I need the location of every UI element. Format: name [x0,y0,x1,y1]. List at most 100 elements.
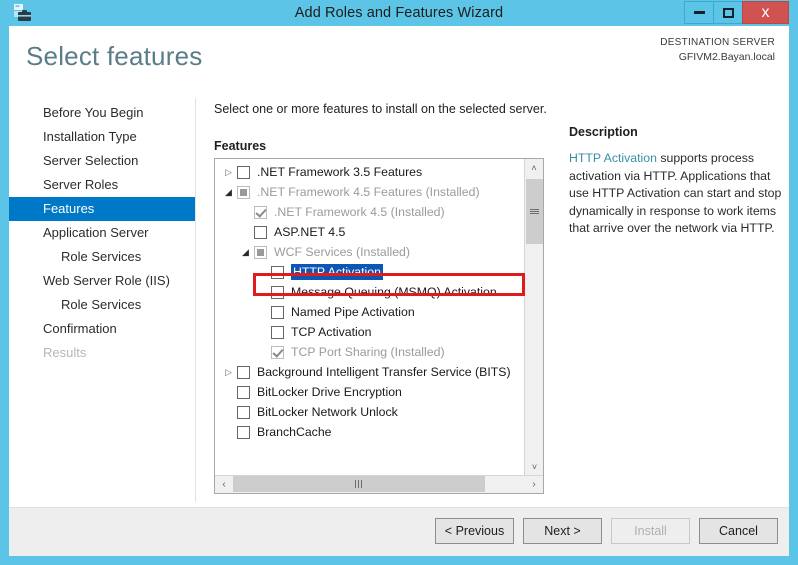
page-header: Select features DESTINATION SERVER GFIVM… [9,26,789,98]
scroll-left-button[interactable]: ‹ [215,476,233,493]
scroll-down-button[interactable]: ˅ [525,458,543,476]
description-title: Description [569,125,638,139]
minimize-button[interactable] [684,1,714,24]
tree-item[interactable]: .NET Framework 4.5 (Installed) [215,202,524,222]
checkbox-empty[interactable] [271,325,284,339]
description-body: HTTP Activation supports process activat… [569,150,784,238]
tree-item-label: ASP.NET 4.5 [274,225,346,239]
sidebar-item-role-services[interactable]: Role Services [9,245,195,269]
destination-server: DESTINATION SERVER GFIVM2.Bayan.local [660,36,775,64]
sidebar-item-features[interactable]: Features [9,197,195,221]
tree-item-label: Named Pipe Activation [291,305,415,319]
cancel-button[interactable]: Cancel [699,518,778,544]
server-wizard-icon [12,3,34,23]
tree-item[interactable]: BitLocker Network Unlock [215,402,524,422]
horizontal-scroll-track[interactable] [233,476,525,493]
maximize-button[interactable] [713,1,743,24]
install-button: Install [611,518,690,544]
checkbox-empty[interactable] [237,165,250,179]
features-tree-viewport[interactable]: ▷ .NET Framework 3.5 Features ◢ .NET Framew… [215,159,524,476]
features-label: Features [214,139,267,153]
checkbox-empty[interactable] [271,265,284,279]
checkbox-checked [254,205,267,219]
sidebar-item-before-you-begin[interactable]: Before You Begin [9,101,195,125]
tree-item[interactable]: ▷ .NET Framework 3.5 Features [215,162,524,182]
next-button[interactable]: Next > [523,518,602,544]
tree-item-label: .NET Framework 4.5 (Installed) [274,205,445,219]
description-panel: Description HTTP Activation supports pro… [569,98,784,238]
tree-item-label: BranchCache [257,425,332,439]
tree-item-label: WCF Services (Installed) [274,245,410,259]
checkbox-empty[interactable] [237,365,250,379]
tree-item[interactable]: BranchCache [215,422,524,442]
expander-expand-icon[interactable]: ▷ [220,167,237,177]
maximize-icon [722,7,734,18]
vertical-scroll-thumb[interactable] [526,179,543,244]
horizontal-scroll-thumb[interactable] [233,476,485,492]
minimize-icon [693,11,705,14]
destination-server-value: GFIVM2.Bayan.local [678,51,775,63]
tree-item[interactable]: Named Pipe Activation [215,302,524,322]
tree-item-label: BitLocker Drive Encryption [257,385,402,399]
sidebar-item-role-services[interactable]: Role Services [9,293,195,317]
tree-item[interactable]: TCP Activation [215,322,524,342]
expander-collapse-icon[interactable]: ◢ [237,247,254,257]
expander-expand-icon[interactable]: ▷ [220,367,237,377]
tree-item-label: TCP Activation [291,325,372,339]
title-bar: Add Roles and Features Wizard x [9,0,789,26]
tree-item[interactable]: BitLocker Drive Encryption [215,382,524,402]
previous-button[interactable]: < Previous [435,518,514,544]
description-term: HTTP Activation [569,151,657,165]
checkbox-empty[interactable] [271,285,284,299]
sidebar-item-installation-type[interactable]: Installation Type [9,125,195,149]
tree-horizontal-scrollbar[interactable]: ‹ › [215,475,543,493]
window-title: Add Roles and Features Wizard [294,5,504,21]
tree-item[interactable]: Message Queuing (MSMQ) Activation [215,282,524,302]
tree-item[interactable]: ASP.NET 4.5 [215,222,524,242]
scroll-right-button[interactable]: › [525,476,543,493]
instruction-text: Select one or more features to install o… [214,102,547,116]
checkbox-partial [237,185,250,199]
scroll-up-button[interactable]: ˄ [525,159,543,177]
page-title: Select features [26,41,203,71]
nav-divider [195,98,196,502]
tree-item[interactable]: ▷ Background Intelligent Transfer Service… [215,362,524,382]
destination-server-label: DESTINATION SERVER [660,37,775,48]
checkbox-checked [271,345,284,359]
tree-item[interactable]: ◢ .NET Framework 4.5 Features (Installed) [215,182,524,202]
tree-item-label: BitLocker Network Unlock [257,405,398,419]
tree-item-label: .NET Framework 4.5 Features (Installed) [257,185,480,199]
sidebar-item-confirmation[interactable]: Confirmation [9,317,195,341]
tree-item[interactable]: HTTP Activation [215,262,524,282]
tree-item-label: .NET Framework 3.5 Features [257,165,423,179]
features-panel: Select one or more features to install o… [214,98,554,494]
wizard-window: Add Roles and Features Wizard x Select f… [0,0,798,565]
sidebar-item-server-roles[interactable]: Server Roles [9,173,195,197]
close-button[interactable]: x [742,1,789,24]
footer-buttons: < Previous Next > Install Cancel [435,518,778,544]
wizard-navigation: Before You Begin Installation Type Server … [9,101,195,365]
checkbox-empty[interactable] [271,305,284,319]
tree-item-label: Message Queuing (MSMQ) Activation [291,285,497,299]
sidebar-item-server-selection[interactable]: Server Selection [9,149,195,173]
checkbox-partial [254,245,267,259]
checkbox-empty[interactable] [237,425,250,439]
tree-item[interactable]: ◢ WCF Services (Installed) [215,242,524,262]
window-controls: x [684,1,789,25]
checkbox-empty[interactable] [254,225,267,239]
features-tree-box: ▷ .NET Framework 3.5 Features ◢ .NET Framew… [214,158,544,494]
sidebar-item-results: Results [43,345,87,360]
expander-collapse-icon[interactable]: ◢ [220,187,237,197]
checkbox-empty[interactable] [237,405,250,419]
sidebar-item-application-server[interactable]: Application Server [9,221,195,245]
sidebar-item-web-server-role-iis[interactable]: Web Server Role (IIS) [9,269,195,293]
wizard-page: Select features DESTINATION SERVER GFIVM… [9,26,789,556]
tree-item[interactable]: TCP Port Sharing (Installed) [215,342,524,362]
scroll-grip-icon [355,480,363,488]
features-tree: ▷ .NET Framework 3.5 Features ◢ .NET Framew… [215,159,524,442]
checkbox-empty[interactable] [237,385,250,399]
tree-vertical-scrollbar[interactable]: ˄ ˅ [524,159,543,476]
tree-item-label: HTTP Activation [291,264,383,280]
main-area: Before You Begin Installation Type Server … [9,98,789,504]
close-icon: x [761,3,770,21]
